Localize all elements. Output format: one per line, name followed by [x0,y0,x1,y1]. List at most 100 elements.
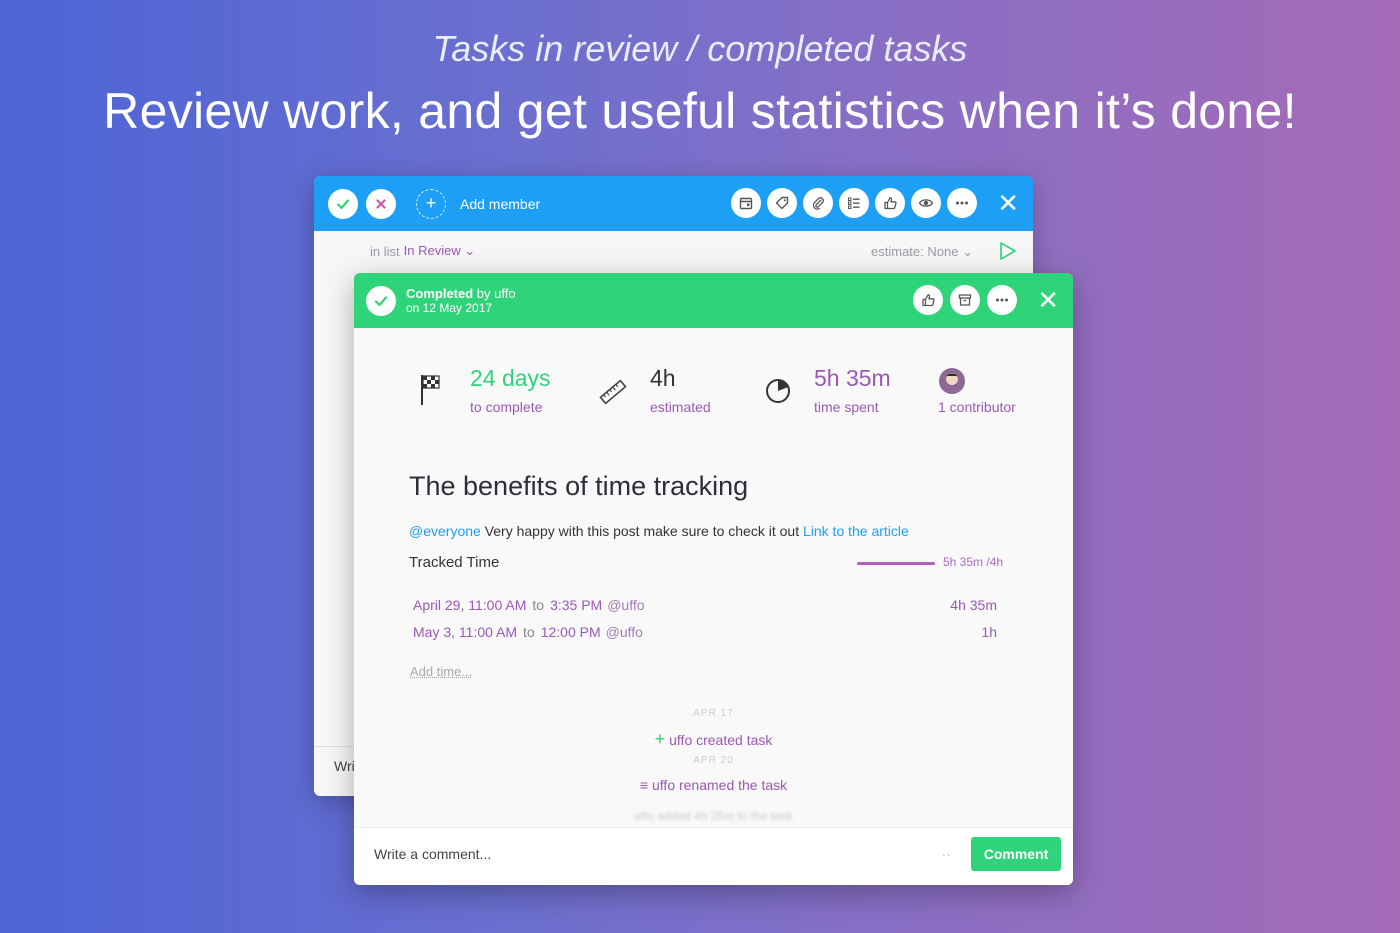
comment-input[interactable]: Write a comment... [374,846,491,862]
activity-item: ≡ uffo renamed the task [354,777,1073,793]
tag-button[interactable] [767,188,797,218]
checkered-flag-icon [421,375,440,405]
add-member-label[interactable]: Add member [460,196,540,212]
completed-by: by uffo [476,285,516,301]
completed-card-header: Completed by uffo on 12 May 2017 ✕ [354,273,1073,328]
contributors-label: 1 contributor [938,399,1016,415]
time-entry-user: @uffo [607,597,645,613]
completion-stats: 24 days to complete 4h estimated 5h 35m … [414,365,1034,425]
list-selector[interactable]: In Review ⌄ [404,243,476,259]
description-text: Very happy with this post make sure to c… [484,523,800,539]
calendar-icon [739,197,753,210]
tracked-time-progress-text: 5h 35m /4h [943,555,1004,569]
plus-icon: + [425,193,437,213]
archive-icon [958,294,972,306]
tracked-time-progress-fill [857,562,935,565]
close-icon[interactable]: ✕ [1037,287,1059,313]
thumbs-up-icon [884,197,897,210]
time-entry-duration: 4h 35m [950,597,997,613]
time-entry-to: to [523,624,535,640]
completed-info: Completed by uffo on 12 May 2017 [406,286,516,316]
estimate-label: estimate: [871,244,924,259]
mention-everyone[interactable]: @everyone [409,523,481,539]
reject-x-icon [376,198,386,209]
estimate-value: 4h [650,365,676,391]
time-entry-end: 3:35 PM [550,597,603,613]
close-icon[interactable]: ✕ [997,190,1019,216]
archive-button[interactable] [950,285,980,315]
more-button[interactable] [947,188,977,218]
check-icon [374,295,388,306]
thumbs-up-button[interactable] [875,188,905,218]
thumbs-up-icon [922,294,935,307]
time-entry-row[interactable]: April 29, 11:00 AM to 3:35 PM @uffo [413,597,645,613]
timer-icon [766,379,790,403]
chevron-down-icon: ⌄ [962,244,973,259]
text-lines-icon: ≡ [639,777,648,793]
checklist-icon [848,197,860,209]
list-prefix: in list [370,243,400,259]
calendar-button[interactable] [731,188,761,218]
comment-options-icon[interactable]: ·· [942,846,951,862]
tracked-time-label: Tracked Time [409,554,500,571]
thumbs-up-button[interactable] [913,285,943,315]
more-icon [956,201,968,205]
time-spent-label: time spent [814,399,879,415]
hero-title: Review work, and get useful statistics w… [103,83,1297,139]
check-icon [336,198,350,209]
add-member-button[interactable]: + [416,188,446,219]
approve-button[interactable] [328,188,358,219]
more-button[interactable] [987,285,1017,315]
activity-date: APR 17 [693,708,734,719]
time-spent-value: 5h 35m [814,365,891,391]
completed-label: Completed [406,285,474,301]
task-description: @everyone Very happy with this post make… [409,523,909,539]
comment-button[interactable]: Comment [971,837,1061,871]
hero-subtitle: Tasks in review / completed tasks [432,28,968,69]
more-icon [996,298,1008,302]
time-entry-duration: 1h [981,624,997,640]
play-icon [1000,242,1016,260]
activity-item-faded: uffo added 4h 35m to the task [634,809,793,823]
review-toolbar [731,188,977,218]
article-link[interactable]: Link to the article [803,523,909,539]
chevron-down-icon: ⌄ [464,243,476,258]
reject-button[interactable] [366,188,396,219]
days-value: 24 days [470,365,551,391]
estimate-label: estimated [650,399,711,415]
activity-text: uffo renamed the task [652,777,788,793]
list-info: in list In Review ⌄ estimate: None ⌄ [314,231,1033,271]
plus-icon: + [654,729,666,749]
add-time-link[interactable]: Add time... [410,664,472,679]
list-value: In Review [403,243,461,258]
attachment-button[interactable] [803,188,833,218]
checklist-button[interactable] [839,188,869,218]
watch-button[interactable] [911,188,941,218]
avatar[interactable] [938,367,966,395]
comment-stub: Wri [334,758,355,774]
time-entry-user: @uffo [605,624,643,640]
time-entry-to: to [532,597,545,613]
review-card-header: + Add member ✕ [314,176,1033,231]
estimate-value: None [927,244,959,259]
completed-date: on 12 May 2017 [406,300,493,315]
time-entry-start: April 29, 11:00 AM [413,597,527,613]
task-title[interactable]: The benefits of time tracking [409,471,748,502]
eye-icon [918,199,934,207]
time-entry-start: May 3, 11:00 AM [413,624,518,640]
completed-check[interactable] [366,285,396,316]
paperclip-icon [812,197,824,210]
ruler-icon [599,379,627,405]
days-label: to complete [470,399,543,415]
completed-toolbar [913,285,1017,315]
estimate-selector[interactable]: estimate: None ⌄ [871,244,973,260]
comment-bar: Write a comment... ·· Comment [354,827,1073,885]
completed-task-card: Completed by uffo on 12 May 2017 ✕ 24 da… [354,273,1073,885]
tracked-time-progress [857,562,935,565]
activity-text: uffo created task [669,732,773,748]
time-entry-row[interactable]: May 3, 11:00 AM to 12:00 PM @uffo [413,624,643,640]
activity-date: APR 20 [693,755,734,766]
tag-icon [775,196,789,210]
start-timer-button[interactable] [999,241,1017,264]
time-entry-end: 12:00 PM [540,624,601,640]
